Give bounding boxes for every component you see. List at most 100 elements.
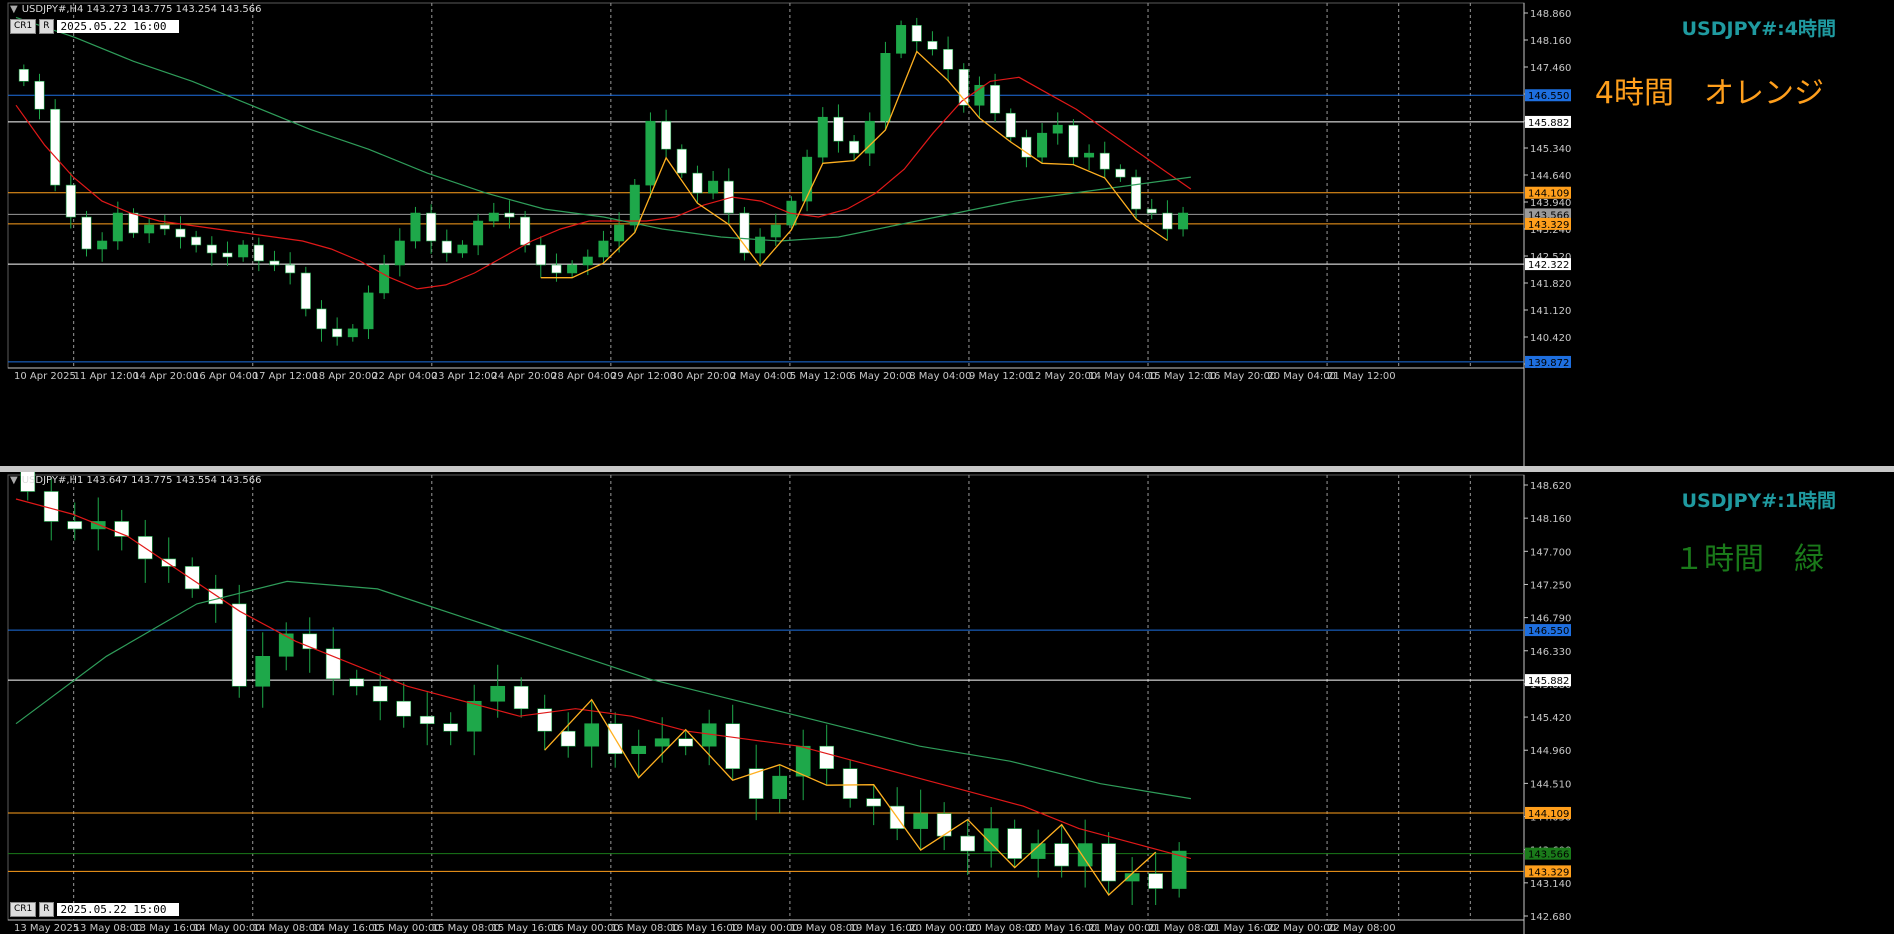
- collapse-triangle-icon[interactable]: ▼: [10, 4, 18, 15]
- candle-body: [551, 264, 562, 274]
- chart-h4-note: 4時間 オレンジ: [1594, 76, 1824, 111]
- candle-body: [34, 80, 45, 110]
- price-tick-label: 148.620: [1530, 481, 1571, 492]
- candle-body: [490, 685, 506, 702]
- time-tick-label: 14 Apr 20:00: [133, 371, 198, 382]
- chart-h4-pane[interactable]: 10 Apr 2025 11 Apr 12:00 14 Apr 20:00 16 Ap…: [0, 0, 1894, 466]
- time-tick-label: 13 May 16:00: [133, 923, 202, 934]
- candle-body: [802, 156, 813, 202]
- time-tick-label: 14 May 16:00: [312, 923, 381, 934]
- candle-body: [473, 220, 484, 246]
- chart-h1-note: １時間 緑: [1674, 542, 1824, 577]
- time-tick-label: 5 May 12:00: [790, 371, 852, 382]
- price-tick-label: 147.700: [1530, 547, 1571, 558]
- candle-body: [372, 685, 388, 702]
- candle-body: [426, 212, 437, 242]
- candle-body: [584, 723, 600, 747]
- candle-body: [880, 53, 891, 122]
- time-tick-label: 11 Apr 12:00: [74, 371, 139, 382]
- hline-price-label: 146.550: [1528, 626, 1569, 637]
- price-tick-label: 148.160: [1530, 514, 1571, 525]
- candle-body: [1131, 176, 1142, 210]
- candle-body: [300, 272, 311, 310]
- candle-body: [598, 240, 609, 258]
- candle-body: [725, 723, 741, 769]
- chart-h1-pane[interactable]: 13 May 2025 13 May 08:00 13 May 16:00 14 Ma…: [0, 472, 1894, 934]
- chart-h4-ohlc: USDJPY#,H4 143.273 143.775 143.254 143.5…: [21, 4, 262, 15]
- time-tick-label: 14 May 08:00: [253, 923, 322, 934]
- chart-h1-crosshair-box: CR1 R 2025.05.22 15:00: [10, 902, 179, 917]
- candle-body: [833, 116, 844, 142]
- time-tick-label: 20 May 00:00: [909, 923, 978, 934]
- candle-body: [1054, 843, 1070, 867]
- time-tick-label: 15 May 12:00: [1148, 371, 1217, 382]
- price-tick-label: 142.680: [1530, 912, 1571, 923]
- time-tick-label: 21 May 00:00: [1088, 923, 1157, 934]
- r-button[interactable]: R: [39, 902, 54, 917]
- time-tick-label: 12 May 20:00: [1029, 371, 1098, 382]
- hline-price-label: 142.322: [1528, 260, 1569, 271]
- candle-body: [911, 25, 922, 42]
- candle-body: [819, 745, 835, 769]
- chart-h4-crosshair-box: CR1 R 2025.05.22 16:00: [10, 19, 179, 34]
- candle-body: [457, 244, 468, 254]
- time-tick-label: 23 Apr 12:00: [432, 371, 497, 382]
- candle-body: [50, 108, 61, 186]
- price-tick-label: 146.790: [1530, 614, 1571, 625]
- price-tick-label: 144.960: [1530, 746, 1571, 757]
- candle-body: [817, 116, 828, 158]
- time-tick-label: 16 May 08:00: [611, 923, 680, 934]
- collapse-triangle-icon[interactable]: ▼: [10, 475, 18, 486]
- candle-body: [748, 768, 764, 799]
- price-tick-label: 141.120: [1530, 306, 1571, 317]
- candle-body: [441, 240, 452, 254]
- candle-body: [325, 648, 341, 680]
- candle-body: [1115, 168, 1126, 178]
- candle-body: [1077, 843, 1093, 867]
- candle-body: [567, 264, 578, 274]
- candle-body: [1007, 828, 1023, 859]
- cr1-button[interactable]: CR1: [10, 902, 37, 917]
- time-tick-label: 29 Apr 12:00: [611, 371, 676, 382]
- candle-body: [1148, 873, 1164, 889]
- candle-body: [443, 723, 459, 732]
- time-tick-label: 9 May 12:00: [969, 371, 1031, 382]
- time-tick-label: 22 May 08:00: [1327, 923, 1396, 934]
- candle-body: [410, 212, 421, 242]
- candle-body: [253, 244, 264, 262]
- hline-price-label: 144.109: [1528, 189, 1569, 200]
- candle-body: [231, 603, 247, 687]
- candle-body: [943, 49, 954, 70]
- time-tick-label: 30 Apr 20:00: [671, 371, 736, 382]
- candle-body: [1052, 124, 1063, 134]
- time-tick-label: 22 Apr 04:00: [372, 371, 437, 382]
- price-tick-label: 145.420: [1530, 713, 1571, 724]
- chart-h1-timestamp: 2025.05.22 15:00: [56, 903, 179, 916]
- candle-body: [504, 212, 515, 218]
- candle-body: [936, 813, 952, 837]
- chart-h1-canvas[interactable]: 13 May 202513 May 08:0013 May 16:0014 Ma…: [0, 472, 1894, 934]
- time-tick-label: 14 May 04:00: [1088, 371, 1157, 382]
- cr1-button[interactable]: CR1: [10, 19, 37, 34]
- time-tick-label: 19 May 16:00: [850, 923, 919, 934]
- chart-h4-timestamp: 2025.05.22 16:00: [56, 20, 179, 33]
- r-button[interactable]: R: [39, 19, 54, 34]
- hline-price-label: 143.329: [1528, 220, 1569, 231]
- candle-body: [661, 120, 672, 150]
- candle-body: [795, 745, 811, 777]
- time-tick-label: 6 May 20:00: [850, 371, 912, 382]
- time-tick-label: 16 May 16:00: [671, 923, 740, 934]
- candle-body: [1101, 843, 1117, 882]
- candle-body: [631, 745, 647, 754]
- chart-h1-header: ▼ USDJPY#,H1 143.647 143.775 143.554 143.…: [10, 475, 262, 486]
- price-tick-label: 148.860: [1530, 9, 1571, 20]
- time-tick-label: 24 Apr 20:00: [491, 371, 556, 382]
- candle-body: [1084, 152, 1095, 158]
- time-tick-label: 2 May 04:00: [730, 371, 792, 382]
- time-tick-label: 19 May 00:00: [730, 923, 799, 934]
- price-tick-label: 147.250: [1530, 580, 1571, 591]
- candle-body: [184, 566, 200, 590]
- candle-body: [128, 212, 139, 234]
- candle-body: [191, 236, 202, 246]
- candle-body: [582, 256, 593, 266]
